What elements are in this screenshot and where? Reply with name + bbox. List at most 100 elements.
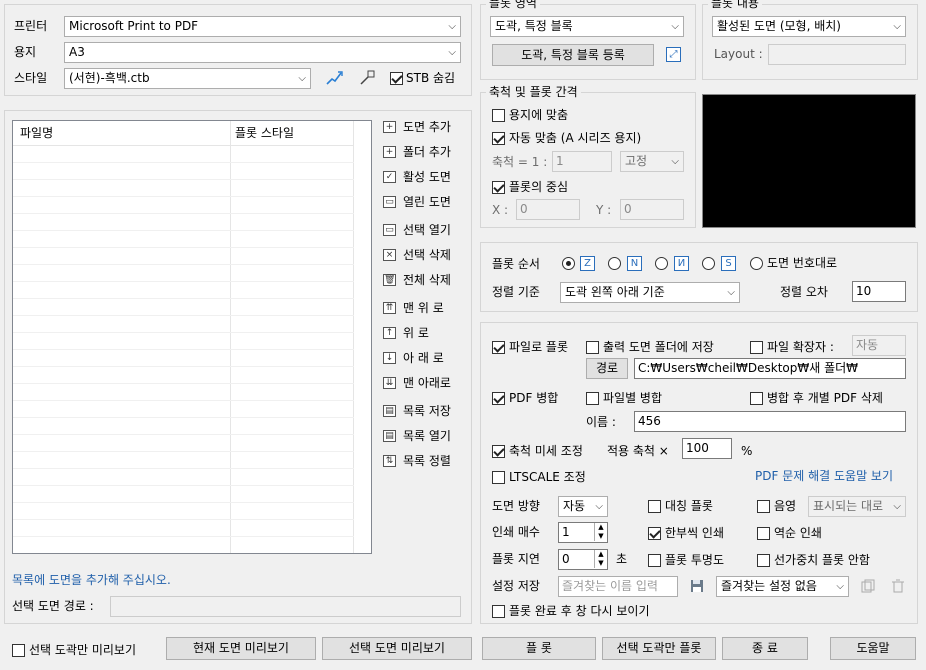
preset-name-field[interactable]: 즐겨찾는 이름 입력 [558, 576, 678, 597]
shade-select[interactable]: 표시되는 대로 ⌵ [808, 496, 906, 517]
table-row[interactable] [13, 435, 354, 452]
spin-down-icon[interactable]: ▼ [594, 559, 607, 568]
offset-y-field[interactable]: 0 [620, 199, 684, 220]
stb-hide-checkbox[interactable] [390, 72, 403, 85]
no-lineweight-checkbox[interactable] [757, 554, 770, 567]
spin-up-icon[interactable]: ▲ [594, 550, 607, 559]
delete-after-merge-checkbox[interactable] [750, 392, 763, 405]
table-row[interactable] [13, 503, 354, 520]
transparency-checkbox[interactable] [648, 554, 661, 567]
order-radio-2[interactable] [608, 257, 621, 270]
reverse-checkbox[interactable] [757, 527, 770, 540]
table-row[interactable] [13, 231, 354, 248]
pdf-merge-checkbox[interactable] [492, 392, 505, 405]
col-file-name[interactable]: 파일명 [20, 125, 53, 141]
path-field[interactable]: C:₩Users₩cheil₩Desktop₩새 폴더₩ [634, 358, 906, 379]
spin-down-icon[interactable]: ▼ [594, 532, 607, 541]
plot-button[interactable]: 플 롯 [482, 637, 596, 660]
ltscale-checkbox[interactable] [492, 471, 505, 484]
table-row[interactable] [13, 299, 354, 316]
fine-scale-checkbox[interactable] [492, 445, 505, 458]
order-radio-3[interactable] [655, 257, 668, 270]
help-button[interactable]: 도움말 [830, 637, 916, 660]
side-button-3[interactable]: ✓ 활성 도면 [383, 168, 451, 186]
one-each-checkbox[interactable] [648, 527, 661, 540]
table-row[interactable] [13, 316, 354, 333]
mirror-checkbox[interactable] [648, 500, 661, 513]
shade-checkbox[interactable] [757, 500, 770, 513]
trash-icon[interactable] [890, 578, 906, 594]
printer-select[interactable]: Microsoft Print to PDF ⌵ [64, 16, 461, 37]
table-row[interactable] [13, 333, 354, 350]
layout-field[interactable] [768, 44, 906, 65]
copies-spinner[interactable]: ▲ ▼ [594, 523, 607, 542]
side-button-2[interactable]: + 폴더 추가 [383, 143, 451, 161]
table-row[interactable] [13, 248, 354, 265]
save-in-folder-checkbox[interactable] [586, 341, 599, 354]
table-row[interactable] [13, 384, 354, 401]
scale-ratio-field[interactable]: 1 [552, 151, 612, 172]
save-icon[interactable] [689, 578, 705, 594]
pdf-help-link[interactable]: PDF 문제 해결 도움말 보기 [755, 468, 893, 484]
exit-button[interactable]: 종 료 [722, 637, 808, 660]
plot-center-checkbox[interactable] [492, 181, 505, 194]
spin-up-icon[interactable]: ▲ [594, 523, 607, 532]
side-button-10[interactable]: ↓ 아 래 로 [383, 349, 444, 367]
fit-paper-checkbox[interactable] [492, 109, 505, 122]
merge-per-file-checkbox[interactable] [586, 392, 599, 405]
offset-x-field[interactable]: 0 [516, 199, 580, 220]
preview-selected-button[interactable]: 선택 도면 미리보기 [322, 637, 472, 660]
preset-copy-icon[interactable] [860, 578, 876, 594]
table-row[interactable] [13, 350, 354, 367]
apply-scale-field[interactable]: 100 [682, 438, 732, 459]
table-row[interactable] [13, 163, 354, 180]
table-row[interactable] [13, 537, 354, 553]
file-ext-checkbox[interactable] [750, 341, 763, 354]
side-button-8[interactable]: ⇈ 맨 위 로 [383, 299, 444, 317]
table-row[interactable] [13, 486, 354, 503]
reshow-checkbox[interactable] [492, 605, 505, 618]
expand-icon[interactable]: ⤢ [666, 47, 681, 62]
table-row[interactable] [13, 520, 354, 537]
side-button-13[interactable]: ▤ 목록 열기 [383, 427, 451, 445]
delay-spinner[interactable]: ▲ ▼ [594, 550, 607, 569]
table-row[interactable] [13, 282, 354, 299]
style-edit-icon[interactable] [324, 68, 344, 88]
side-button-4[interactable]: ▭ 열린 도면 [383, 193, 451, 211]
table-row[interactable] [13, 146, 354, 163]
side-button-11[interactable]: ⇊ 맨 아래로 [383, 374, 451, 392]
table-row[interactable] [13, 452, 354, 469]
table-row[interactable] [13, 214, 354, 231]
plot-selected-frame-button[interactable]: 선택 도곽만 플롯 [602, 637, 716, 660]
plot-area-select[interactable]: 도곽, 특정 블록 ⌵ [490, 16, 684, 37]
sort-select[interactable]: 도곽 왼쪽 아래 기준 ⌵ [560, 282, 740, 303]
side-button-12[interactable]: ▤ 목록 저장 [383, 402, 451, 420]
side-button-6[interactable]: × 선택 삭제 [383, 246, 451, 264]
side-button-9[interactable]: ↑ 위 로 [383, 324, 429, 342]
table-row[interactable] [13, 367, 354, 384]
scale-fixed-select[interactable]: 고정 ⌵ [620, 151, 684, 172]
file-list-table[interactable]: 파일명 플롯 스타일 [12, 120, 372, 554]
path-button[interactable]: 경로 [586, 358, 628, 379]
table-row[interactable] [13, 418, 354, 435]
selected-path-field[interactable] [110, 596, 461, 617]
orientation-select[interactable]: 자동 ⌵ [558, 496, 608, 517]
name-field[interactable]: 456 [634, 411, 906, 432]
side-button-7[interactable]: 🗑 전체 삭제 [383, 271, 451, 289]
plot-content-select[interactable]: 활성된 도면 (모형, 배치) ⌵ [712, 16, 906, 37]
table-row[interactable] [13, 265, 354, 282]
table-row[interactable] [13, 401, 354, 418]
file-ext-field[interactable]: 자동 [852, 335, 906, 356]
side-button-1[interactable]: + 도면 추가 [383, 118, 451, 136]
style-select[interactable]: (서현)-흑백.ctb ⌵ [64, 68, 311, 89]
col-plot-style[interactable]: 플롯 스타일 [235, 125, 294, 141]
side-button-5[interactable]: ▭ 선택 열기 [383, 221, 451, 239]
auto-fit-checkbox[interactable] [492, 132, 505, 145]
paper-select[interactable]: A3 ⌵ [64, 42, 461, 63]
order-radio-4[interactable] [702, 257, 715, 270]
table-row[interactable] [13, 180, 354, 197]
register-frame-button[interactable]: 도곽, 특정 블록 등록 [492, 44, 654, 66]
side-button-14[interactable]: ⇅ 목록 정렬 [383, 452, 451, 470]
table-row[interactable] [13, 469, 354, 486]
preview-current-button[interactable]: 현재 도면 미리보기 [166, 637, 316, 660]
